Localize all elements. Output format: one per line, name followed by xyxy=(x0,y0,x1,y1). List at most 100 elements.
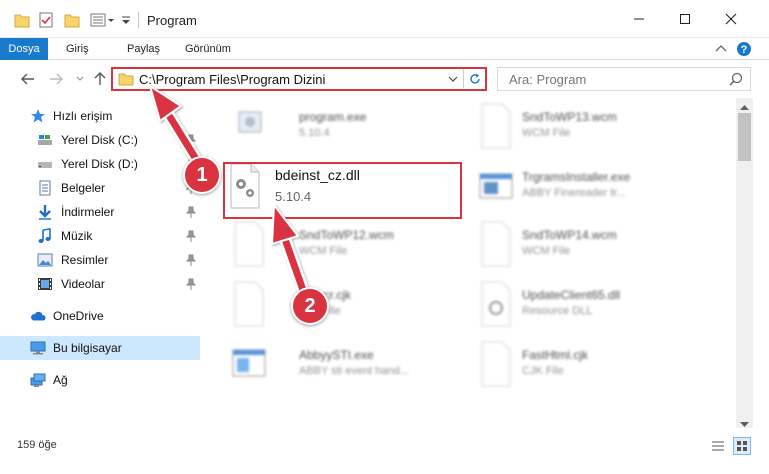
pin-icon xyxy=(185,230,197,242)
file-name: SndToWP12.wcm xyxy=(299,228,394,242)
file-details: WCM File xyxy=(522,127,571,139)
view-options-icon[interactable] xyxy=(90,11,118,29)
file-list: program.exe 5.10.4 SndToWP12.wcm WCM Fil… xyxy=(204,98,736,428)
sidebar-item-label: Resimler xyxy=(61,253,109,267)
navigation-pane: Hızlı erişim Yerel Disk (C:) Yerel Disk … xyxy=(0,98,204,428)
exe-file-icon xyxy=(229,102,269,150)
pin-icon xyxy=(185,206,197,218)
dll-file-icon xyxy=(476,280,516,328)
recent-locations-button[interactable] xyxy=(70,69,90,89)
folder-icon xyxy=(118,71,134,90)
file-details: WCM File xyxy=(522,245,571,257)
back-button[interactable] xyxy=(18,69,38,89)
svg-text:?: ? xyxy=(741,44,748,56)
pictures-icon xyxy=(37,252,53,268)
exe-file-icon xyxy=(229,340,269,388)
generic-file-icon xyxy=(476,102,516,150)
drive-icon xyxy=(37,132,53,148)
file-item[interactable]: program.exe 5.10.4 xyxy=(229,102,459,154)
file-details: ABBY sti event hand... xyxy=(299,365,409,377)
star-icon xyxy=(30,108,46,124)
file-details: Resource DLL xyxy=(522,305,593,317)
file-item[interactable]: TrgramsInstaller.exe ABBY Finereader tr.… xyxy=(476,162,706,214)
generic-file-icon xyxy=(476,340,516,388)
navigation-bar: C:\Program Files\Program Dizini Ara: Pro… xyxy=(0,60,769,98)
sidebar-item-local-disk-d[interactable]: Yerel Disk (D:) xyxy=(0,152,200,176)
properties-icon[interactable] xyxy=(38,11,54,29)
sidebar-item-local-disk-c[interactable]: Yerel Disk (C:) xyxy=(0,128,200,152)
file-details: WCM File xyxy=(299,245,348,257)
sidebar-item-pictures[interactable]: Resimler xyxy=(0,248,200,272)
file-item[interactable]: SndToWP14.wcm WCM File xyxy=(476,220,706,272)
pin-icon xyxy=(185,134,197,146)
close-button[interactable] xyxy=(708,0,754,38)
minimize-button[interactable] xyxy=(616,0,662,38)
item-count: 159 öğe xyxy=(17,439,57,451)
forward-button[interactable] xyxy=(46,69,66,89)
file-item[interactable]: SndToWP12.wcm WCM File xyxy=(229,220,459,272)
tab-view[interactable]: Görünüm xyxy=(185,38,231,60)
file-details: ABBY Finereader tr... xyxy=(522,187,626,199)
pin-icon xyxy=(185,254,197,266)
generic-file-icon xyxy=(476,220,516,268)
file-item[interactable]: FastHtml.cjk CJK File xyxy=(476,340,706,392)
sidebar-item-videos[interactable]: Videolar xyxy=(0,272,200,296)
help-icon[interactable]: ? xyxy=(736,41,752,57)
maximize-button[interactable] xyxy=(662,0,708,38)
sidebar-item-network[interactable]: Ağ xyxy=(0,368,200,392)
file-details: CJK File xyxy=(522,365,564,377)
sidebar-item-documents[interactable]: Belgeler xyxy=(0,176,200,200)
sidebar-item-label: Müzik xyxy=(61,229,93,243)
title-bar: Program xyxy=(0,0,769,38)
address-path: C:\Program Files\Program Dizini xyxy=(139,72,326,87)
file-item[interactable]: Kmpcr.cjk CJK File xyxy=(229,280,459,332)
search-input[interactable]: Ara: Program xyxy=(497,67,751,91)
details-view-icon[interactable] xyxy=(711,439,725,456)
generic-file-icon xyxy=(229,280,269,328)
file-name: SndToWP14.wcm xyxy=(522,228,617,242)
vertical-scrollbar[interactable] xyxy=(736,98,753,428)
file-item[interactable]: SndToWP13.wcm WCM File xyxy=(476,102,706,154)
file-item[interactable]: AbbyySTI.exe ABBY sti event hand... xyxy=(229,340,459,392)
pin-icon xyxy=(185,278,197,290)
new-folder-icon[interactable] xyxy=(64,11,80,29)
folder-icon xyxy=(14,11,30,29)
step-one-callout: 1 xyxy=(183,156,221,194)
sidebar-item-label: Belgeler xyxy=(61,181,106,195)
up-button[interactable] xyxy=(90,69,110,89)
sidebar-item-label: Bu bilgisayar xyxy=(53,341,122,355)
chevron-down-icon[interactable] xyxy=(445,71,461,87)
sidebar-item-music[interactable]: Müzik xyxy=(0,224,200,248)
large-icons-view-icon[interactable] xyxy=(733,437,751,455)
scroll-down-icon[interactable] xyxy=(740,417,749,431)
sidebar-item-this-pc[interactable]: Bu bilgisayar xyxy=(0,336,200,360)
status-bar: 159 öğe xyxy=(0,430,769,474)
tab-share[interactable]: Paylaş xyxy=(127,38,160,60)
sidebar-item-label: Ağ xyxy=(53,373,68,387)
expand-ribbon-icon[interactable] xyxy=(714,41,728,57)
sidebar-item-downloads[interactable]: İndirmeler xyxy=(0,200,200,224)
search-placeholder: Ara: Program xyxy=(509,72,587,87)
file-name: program.exe xyxy=(299,110,367,124)
sidebar-item-label: OneDrive xyxy=(53,309,104,323)
file-item[interactable]: UpdateClient65.dll Resource DLL xyxy=(476,280,706,332)
customize-toolbar-icon[interactable] xyxy=(120,11,132,29)
scrollbar-thumb[interactable] xyxy=(738,113,751,161)
sidebar-item-onedrive[interactable]: OneDrive xyxy=(0,304,200,328)
address-bar[interactable]: C:\Program Files\Program Dizini xyxy=(111,67,487,91)
sidebar-item-label: Yerel Disk (C:) xyxy=(61,133,138,147)
cloud-icon xyxy=(30,308,46,324)
refresh-button[interactable] xyxy=(463,69,485,88)
drive-icon xyxy=(37,156,53,172)
network-icon xyxy=(30,372,46,388)
sidebar-item-label: Yerel Disk (D:) xyxy=(61,157,138,171)
videos-icon xyxy=(37,276,53,292)
file-highlight-box xyxy=(223,162,462,219)
file-name: FastHtml.cjk xyxy=(522,348,588,362)
window-title: Program xyxy=(147,13,197,28)
step-two-callout: 2 xyxy=(291,287,329,325)
sidebar-item-quick-access[interactable]: Hızlı erişim xyxy=(0,104,200,128)
file-name: UpdateClient65.dll xyxy=(522,288,621,302)
search-icon xyxy=(729,72,743,89)
tab-home[interactable]: Giriş xyxy=(66,38,89,60)
